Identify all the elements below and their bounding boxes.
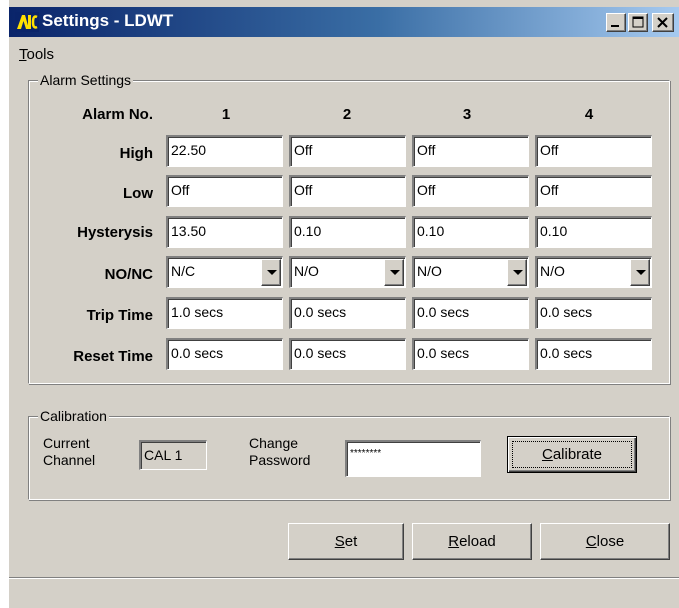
low-field-3[interactable]: Off [412,175,529,207]
alarm-col-3-header: 3 [462,106,472,123]
reload-button[interactable]: Reload [412,523,532,560]
nonc-select-2-value: N/O [294,263,319,279]
trip-time-field-4[interactable]: 0.0 secs [535,297,652,329]
close-window-button[interactable] [652,13,674,32]
reload-button-label: eload [459,533,496,550]
minimize-icon [611,25,619,27]
reset-time-label: Reset Time [73,348,153,365]
reset-time-field-2[interactable]: 0.0 secs [289,338,406,370]
calibration-legend: Calibration [38,408,109,424]
close-button[interactable]: Close [540,523,670,560]
app-logo-icon [15,12,39,32]
current-channel-label-line-1: Current [43,435,90,451]
nonc-select-2-dropdown-button[interactable] [384,259,404,286]
set-button-mnemonic: S [334,533,345,550]
set-button-label: et [344,533,358,550]
close-icon [657,17,668,28]
high-label: High [119,145,153,162]
focus-rect [512,441,632,468]
trip-time-label: Trip Time [86,307,153,324]
trip-time-field-2[interactable]: 0.0 secs [289,297,406,329]
nonc-select-4-dropdown-button[interactable] [630,259,650,286]
nonc-label: NO/NC [104,266,153,283]
nonc-select-3-dropdown-button[interactable] [507,259,527,286]
alarm-settings-legend: Alarm Settings [38,72,134,88]
current-channel-value: CAL 1 [139,440,207,470]
menu-tools-mnemonic: T [19,46,27,63]
hysterysis-field-4[interactable]: 0.10 [535,216,652,248]
change-password-label: Change Password [249,435,310,469]
low-field-4[interactable]: Off [535,175,652,207]
reset-time-field-1[interactable]: 0.0 secs [166,338,283,370]
low-field-2[interactable]: Off [289,175,406,207]
alarm-col-2-header: 2 [342,106,352,123]
hysterysis-field-3[interactable]: 0.10 [412,216,529,248]
reload-button-mnemonic: R [448,533,460,550]
high-field-1[interactable]: 22.50 [166,135,283,167]
hysterysis-field-2[interactable]: 0.10 [289,216,406,248]
menu-tools[interactable]: Tools [19,46,54,63]
nonc-select-1-value: N/C [171,263,196,279]
high-field-4[interactable]: Off [535,135,652,167]
minimize-button[interactable] [606,13,626,32]
nonc-select-3[interactable]: N/O [412,256,529,288]
menu-tools-label: ools [26,46,55,63]
current-channel-label-line-2: Channel [43,452,96,468]
hysterysis-field-1[interactable]: 13.50 [166,216,283,248]
alarm-col-1-header: 1 [221,106,231,123]
window-title: Settings - LDWT [42,11,174,30]
chevron-down-icon [390,270,400,275]
menu-bar: Tools [9,44,679,68]
alarm-no-label: Alarm No. [82,106,153,123]
maximize-button[interactable] [628,13,648,32]
high-field-3[interactable]: Off [412,135,529,167]
alarm-col-4-header: 4 [584,106,594,123]
set-button[interactable]: Set [288,523,404,560]
nonc-select-4[interactable]: N/O [535,256,652,288]
close-button-mnemonic: C [585,533,597,550]
title-bar[interactable]: Settings - LDWT [9,7,679,37]
chevron-down-icon [267,270,277,275]
nonc-select-2[interactable]: N/O [289,256,406,288]
status-bar [9,577,679,608]
reset-time-field-4[interactable]: 0.0 secs [535,338,652,370]
chevron-down-icon [513,270,523,275]
nonc-select-3-value: N/O [417,263,442,279]
nonc-select-1[interactable]: N/C [166,256,283,288]
password-field[interactable]: ******** [345,440,481,477]
change-password-label-line-2: Password [249,452,311,468]
calibrate-button[interactable]: Calibrate [507,436,637,473]
nonc-select-1-dropdown-button[interactable] [261,259,281,286]
hysterysis-label: Hysterysis [77,224,153,241]
trip-time-field-1[interactable]: 1.0 secs [166,297,283,329]
change-password-label-line-1: Change [249,435,299,451]
low-label: Low [123,185,153,202]
settings-window: Settings - LDWT Tools Alarm Settings Ala… [8,0,679,608]
low-field-1[interactable]: Off [166,175,283,207]
nonc-select-4-value: N/O [540,263,565,279]
reset-time-field-3[interactable]: 0.0 secs [412,338,529,370]
high-field-2[interactable]: Off [289,135,406,167]
close-button-label: lose [596,533,625,550]
maximize-icon [632,16,644,28]
chevron-down-icon [636,270,646,275]
current-channel-label: Current Channel [43,435,95,469]
trip-time-field-3[interactable]: 0.0 secs [412,297,529,329]
